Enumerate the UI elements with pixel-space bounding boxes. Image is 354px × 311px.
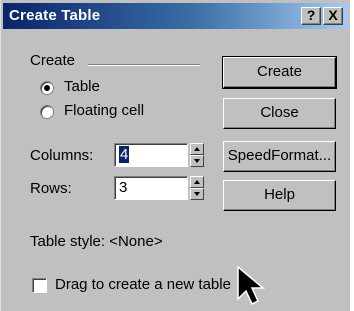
mouse-pointer-icon [237,266,266,306]
radio-selected-dot [44,85,50,91]
radio-floating-cell[interactable] [40,105,54,119]
rows-spin-down[interactable] [190,188,204,200]
columns-value: 4 [119,146,130,163]
arrow-up-icon [194,180,200,184]
help-button[interactable]: Help [223,180,336,211]
table-style-text: Table style: <None> [30,233,163,250]
dialog-title: Create Table [9,7,101,24]
dialog-left-edge [0,0,1,311]
radio-table[interactable] [40,81,54,95]
arrow-up-icon [194,147,200,151]
columns-label: Columns: [30,147,94,164]
create-group-label: Create [30,52,76,69]
help-icon[interactable]: ? [301,7,321,25]
columns-spin-down[interactable] [190,155,204,167]
rows-label: Rows: [30,180,72,197]
drag-to-create-label[interactable]: Drag to create a new table [55,276,231,293]
speedformat-button[interactable]: SpeedFormat... [223,141,336,172]
close-icon[interactable]: X [323,7,343,25]
rows-input[interactable]: 3 [114,176,188,200]
drag-to-create-checkbox[interactable] [32,278,47,293]
radio-floating-cell-label[interactable]: Floating cell [64,102,144,119]
create-table-dialog: Create Table ? X Create Table Floating c… [0,0,354,311]
rows-spin-up[interactable] [190,176,204,188]
arrow-down-icon [194,159,200,163]
arrow-down-icon [194,192,200,196]
columns-spin-up[interactable] [190,143,204,155]
close-button[interactable]: Close [223,98,336,129]
radio-table-label[interactable]: Table [64,78,100,95]
create-button[interactable]: Create [222,56,337,89]
rows-value: 3 [119,179,128,196]
group-divider [88,64,200,66]
title-bar[interactable]: Create Table ? X [3,3,348,29]
columns-input[interactable]: 4 [114,143,188,167]
